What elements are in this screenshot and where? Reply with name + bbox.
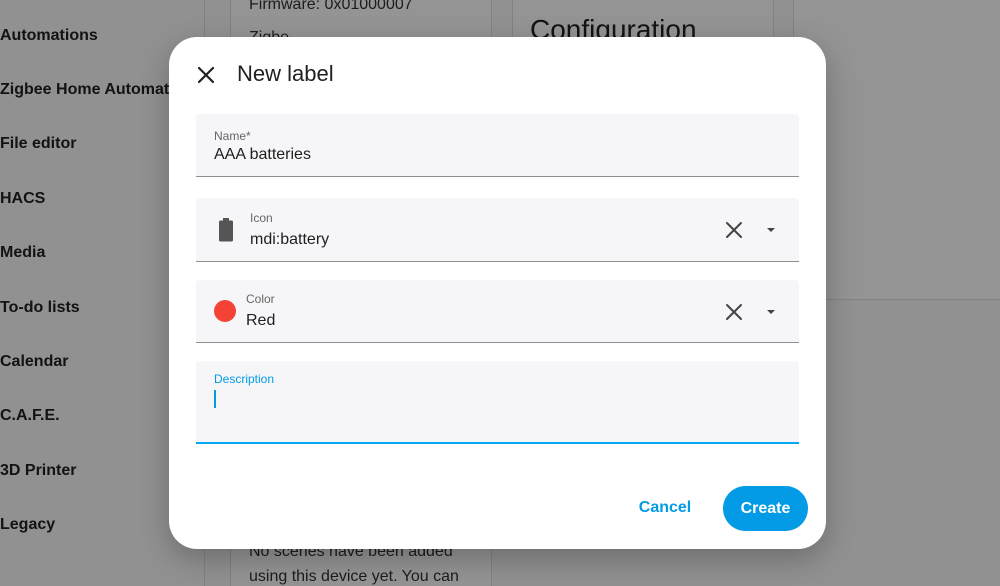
description-field[interactable]: Description: [196, 361, 799, 444]
color-swatch: [214, 300, 236, 322]
color-dropdown-button[interactable]: [763, 304, 779, 320]
clear-icon: [726, 222, 742, 238]
icon-field-value[interactable]: mdi:battery: [250, 231, 329, 249]
create-button[interactable]: Create: [723, 486, 808, 531]
color-field-value[interactable]: Red: [246, 312, 275, 330]
icon-field-label: Icon: [250, 211, 273, 225]
name-field[interactable]: Name* AAA batteries: [196, 114, 799, 177]
color-field-label: Color: [246, 292, 275, 306]
dialog-title: New label: [237, 61, 334, 86]
color-picker-field[interactable]: Color Red: [196, 280, 799, 343]
icon-dropdown-button[interactable]: [763, 222, 779, 238]
description-field-label: Description: [214, 372, 275, 386]
description-input[interactable]: [212, 389, 782, 433]
name-field-label: Name*: [214, 129, 251, 143]
dropdown-arrow-icon: [767, 310, 775, 314]
icon-picker-field[interactable]: Icon mdi:battery: [196, 198, 799, 262]
battery-icon: [218, 218, 234, 247]
icon-clear-button[interactable]: [721, 217, 747, 243]
cancel-button[interactable]: Cancel: [626, 488, 704, 528]
clear-icon: [726, 304, 742, 320]
name-field-value[interactable]: AAA batteries: [214, 146, 311, 164]
new-label-dialog: New label Name* AAA batteries Icon mdi:b…: [169, 37, 826, 549]
color-clear-button[interactable]: [721, 299, 747, 325]
dropdown-arrow-icon: [767, 228, 775, 232]
close-button[interactable]: [191, 60, 221, 90]
close-icon: [197, 66, 215, 84]
